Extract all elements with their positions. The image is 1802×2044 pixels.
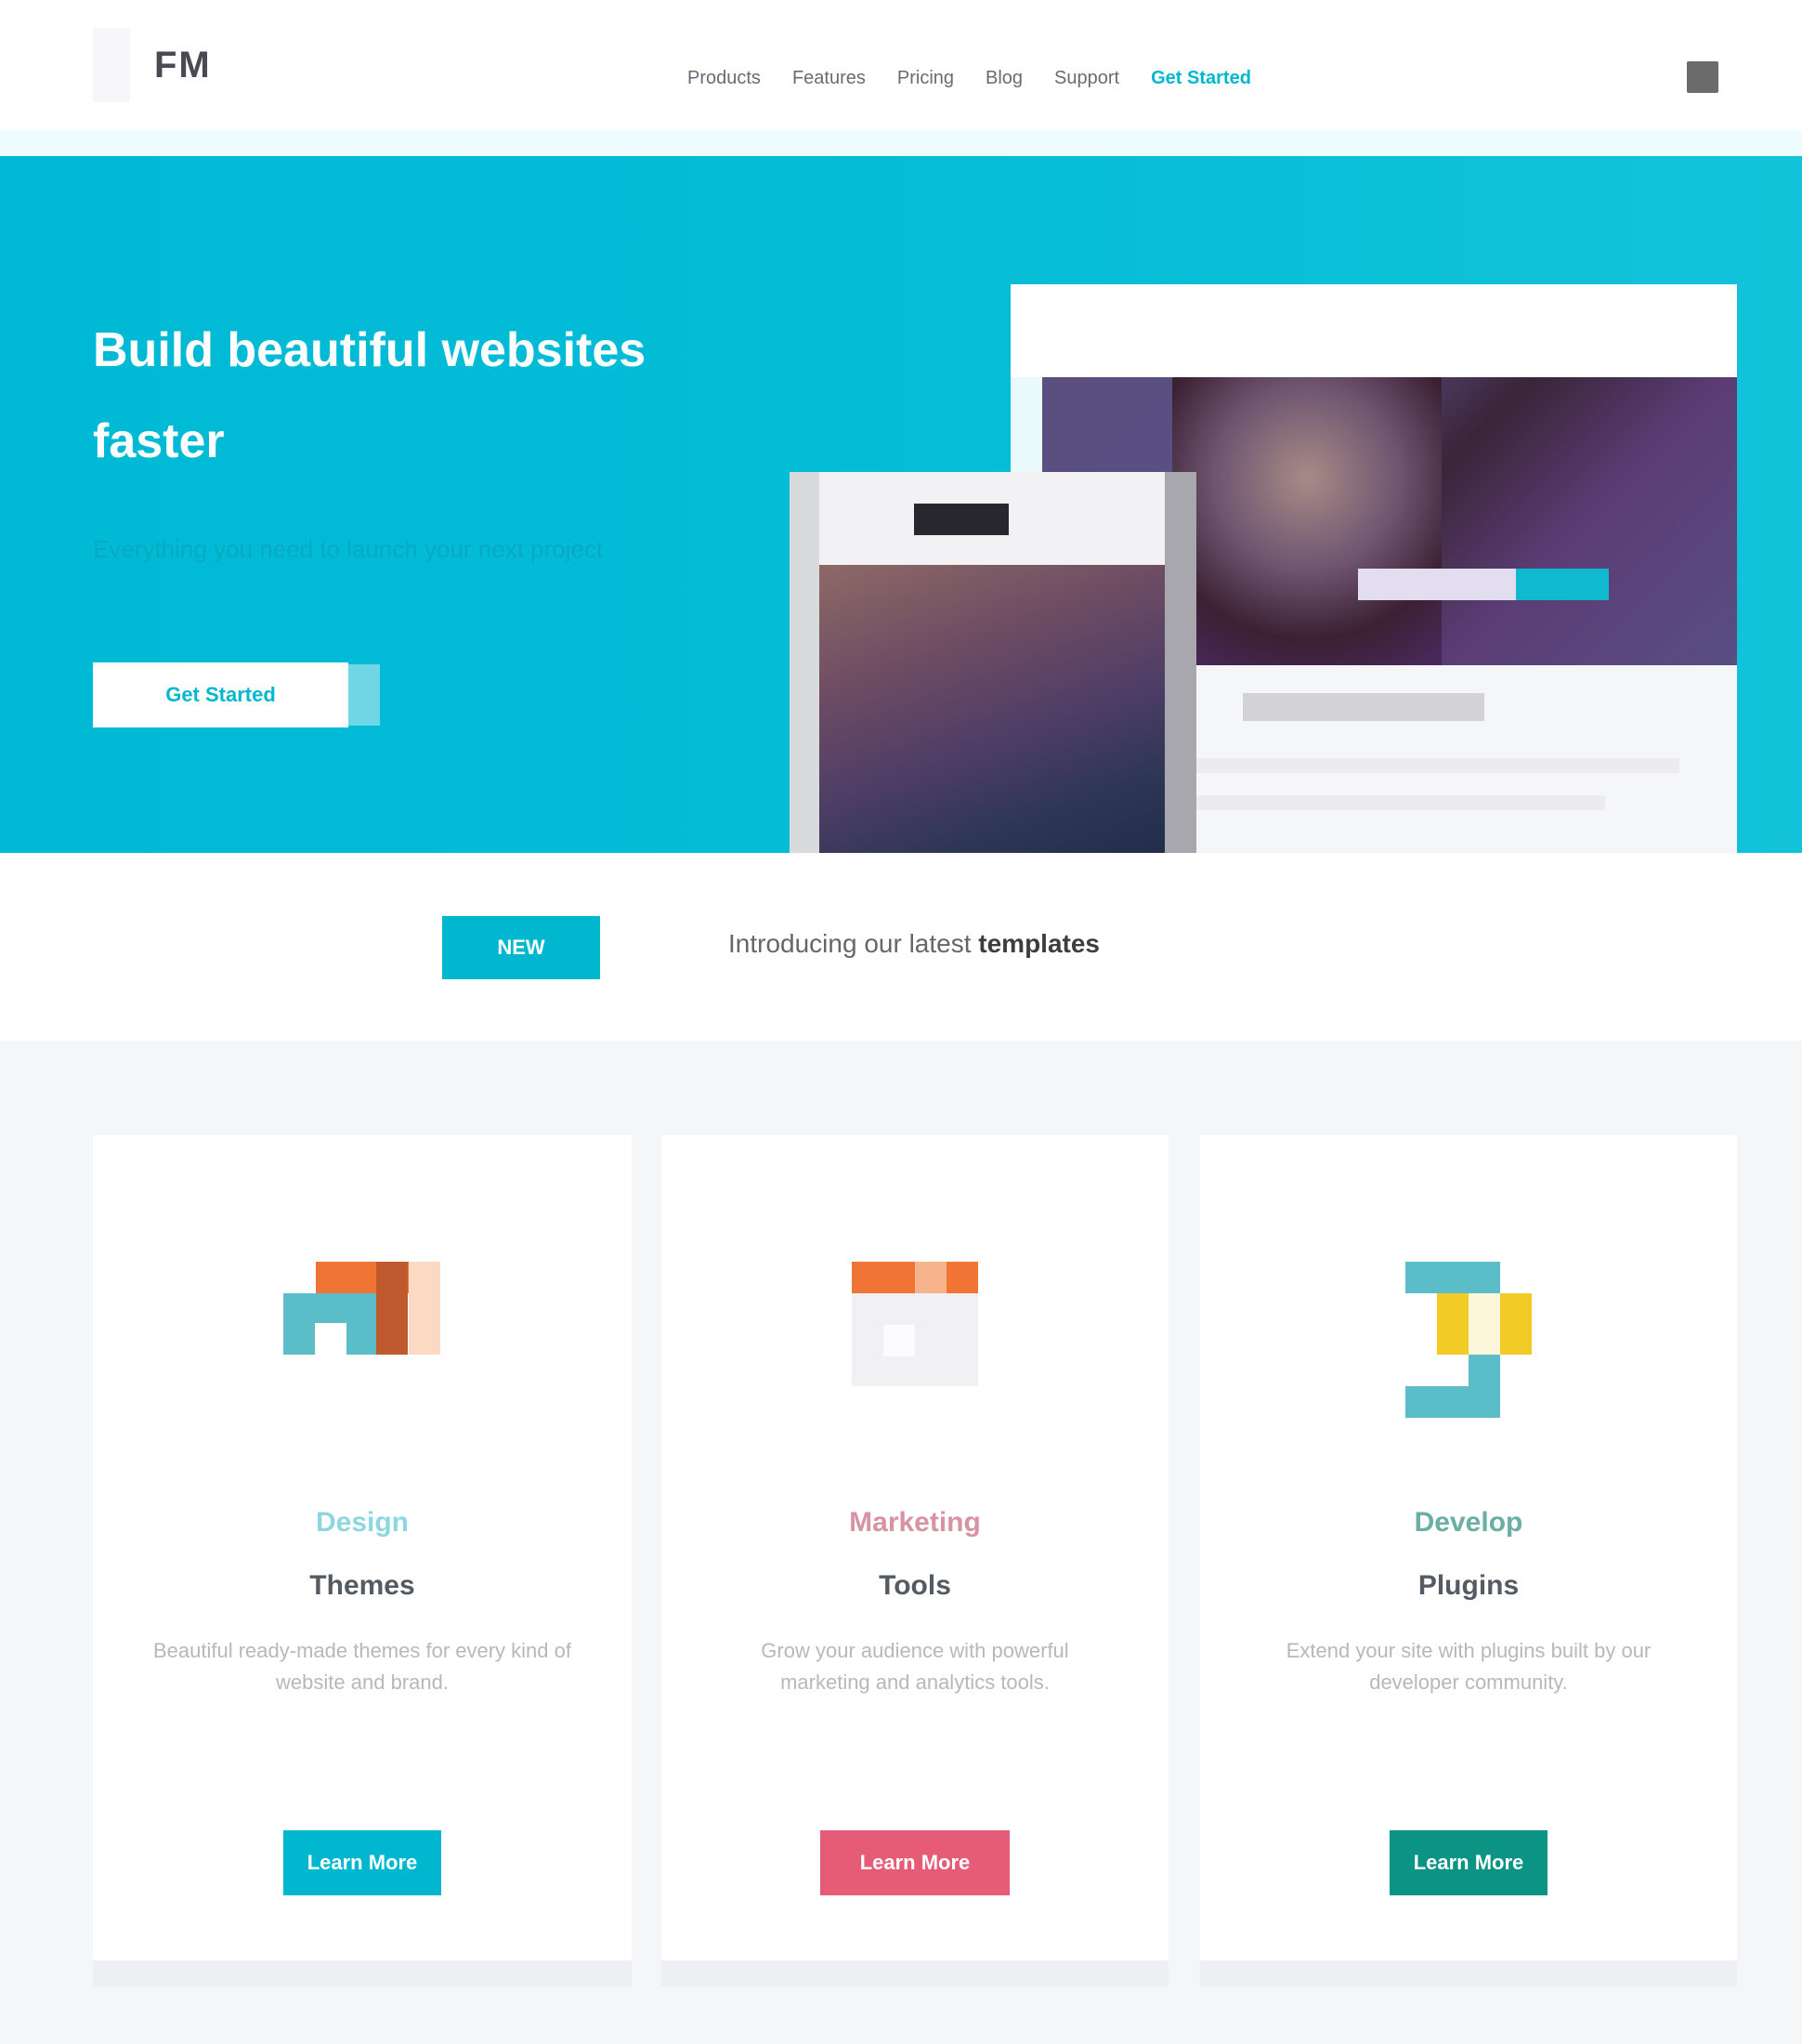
tablet-mockup-image (790, 472, 1196, 853)
site-header: FM Products Features Pricing Blog Suppor… (0, 0, 1802, 156)
browser-icon (836, 1262, 994, 1420)
card-subtitle: Tools (879, 1570, 951, 1601)
nav-item-features[interactable]: Features (792, 68, 866, 89)
main-nav: Products Features Pricing Blog Support G… (687, 58, 1718, 98)
announcement-strip: NEW Introducing our latest templates (0, 853, 1802, 1041)
card-button-develop[interactable]: Learn More (1390, 1830, 1547, 1895)
nav-item-get-started[interactable]: Get Started (1151, 68, 1251, 89)
nav-item-support[interactable]: Support (1054, 68, 1119, 89)
hero-title: Build beautiful websites faster (93, 323, 646, 468)
feature-cards: Design Themes Beautiful ready-made theme… (93, 1135, 1737, 1990)
hero-subtitle: Everything you need to launch your next … (93, 535, 604, 563)
announcement-link[interactable]: templates (978, 929, 1100, 958)
feature-card-develop: Develop Plugins Extend your site with pl… (1200, 1135, 1737, 1960)
announcement-label: Introducing our latest (728, 929, 972, 958)
nav-item-blog[interactable]: Blog (986, 68, 1023, 89)
card-subtitle: Themes (309, 1570, 415, 1601)
card-title: Marketing (849, 1507, 981, 1538)
card-description: Grow your audience with powerful marketi… (761, 1639, 1069, 1694)
logo-text: FM (154, 45, 212, 85)
code-icon (1390, 1262, 1547, 1420)
card-subtitle: Plugins (1417, 1570, 1520, 1601)
card-button-marketing[interactable]: Learn More (820, 1830, 1010, 1895)
card-title: Develop (1414, 1507, 1523, 1538)
new-badge: NEW (442, 916, 600, 979)
hero-cta-button[interactable]: Get Started (93, 662, 348, 727)
mockup-logo (914, 504, 1009, 535)
nav-item-pricing[interactable]: Pricing (897, 68, 954, 89)
card-title: Design (315, 1507, 410, 1538)
header-divider (0, 130, 1802, 156)
card-button-design[interactable]: Learn More (283, 1830, 441, 1895)
nav-item-products[interactable]: Products (687, 68, 761, 89)
layout-icon (283, 1262, 441, 1420)
logo-mark (93, 28, 130, 102)
menu-icon[interactable] (1687, 61, 1718, 93)
site-logo[interactable]: FM (93, 28, 232, 102)
announcement-text[interactable]: Introducing our latest templates (728, 929, 1100, 959)
hero-section: Build beautiful websites faster Everythi… (0, 156, 1802, 853)
mockup-photo (819, 565, 1170, 853)
card-description: Beautiful ready-made themes for every ki… (152, 1639, 571, 1694)
feature-card-design: Design Themes Beautiful ready-made theme… (93, 1135, 632, 1960)
card-description: Extend your site with plugins built by o… (1286, 1639, 1652, 1694)
feature-card-marketing: Marketing Tools Grow your audience with … (661, 1135, 1169, 1960)
